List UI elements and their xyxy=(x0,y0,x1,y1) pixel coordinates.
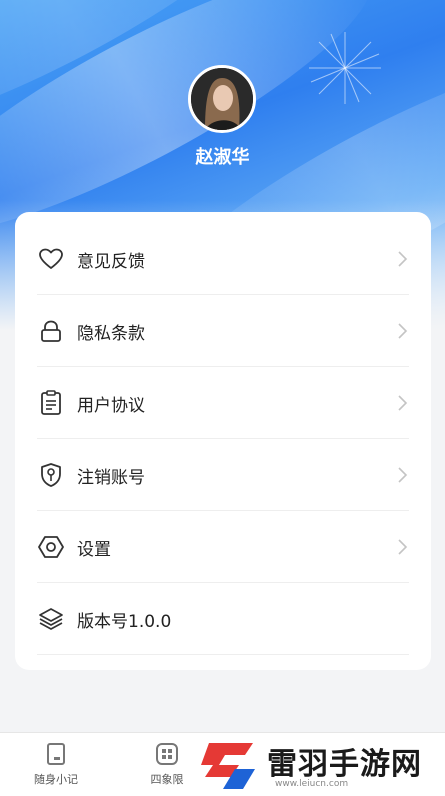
menu-item-label: 隐私条款 xyxy=(77,323,145,344)
menu-item-privacy[interactable]: 隐私条款 xyxy=(37,296,409,367)
menu-item-label: 用户协议 xyxy=(77,395,145,416)
menu-item-version: 版本号1.0.0 xyxy=(37,584,409,655)
chevron-right-icon xyxy=(398,539,408,555)
chevron-right-icon xyxy=(398,251,408,267)
chevron-right-icon xyxy=(398,467,408,483)
menu-item-label: 注销账号 xyxy=(77,467,145,488)
menu-item-label: 设置 xyxy=(77,539,111,560)
notebook-icon xyxy=(47,743,65,765)
settings-hex-icon xyxy=(37,533,65,561)
lock-icon xyxy=(37,317,65,345)
menu-item-settings[interactable]: 设置 xyxy=(37,512,409,583)
tab-notes[interactable]: 随身小记 xyxy=(21,741,91,787)
menu-item-feedback[interactable]: 意见反馈 xyxy=(37,224,409,295)
user-avatar-icon xyxy=(191,68,253,130)
grid-icon xyxy=(156,743,178,765)
avatar[interactable] xyxy=(188,65,256,133)
chevron-right-icon xyxy=(398,395,408,411)
layers-icon xyxy=(37,605,65,633)
version-label: 版本号1.0.0 xyxy=(77,611,172,632)
watermark-overlay: 雷羽手游网 www.leiucn.com xyxy=(195,735,445,795)
shield-key-icon xyxy=(37,461,65,489)
tab-label: 随身小记 xyxy=(34,773,78,786)
document-icon xyxy=(37,389,65,417)
watermark-url: www.leiucn.com xyxy=(275,779,349,789)
watermark-text: 雷羽手游网 xyxy=(267,747,422,782)
tab-label: 四象限 xyxy=(150,773,184,786)
heart-icon xyxy=(37,245,65,273)
brand-logo-icon xyxy=(201,743,255,789)
chevron-right-icon xyxy=(398,323,408,339)
username: 赵淑华 xyxy=(195,147,250,168)
firework-decoration xyxy=(309,32,381,104)
menu-item-user-agreement[interactable]: 用户协议 xyxy=(37,368,409,439)
tab-quadrant[interactable]: 四象限 xyxy=(132,741,202,787)
menu-item-label: 意见反馈 xyxy=(77,251,145,272)
menu-card: 意见反馈 隐私条款 用户协议 注销账号 设置 版本号1.0.0 xyxy=(15,212,431,670)
menu-item-delete-account[interactable]: 注销账号 xyxy=(37,440,409,511)
